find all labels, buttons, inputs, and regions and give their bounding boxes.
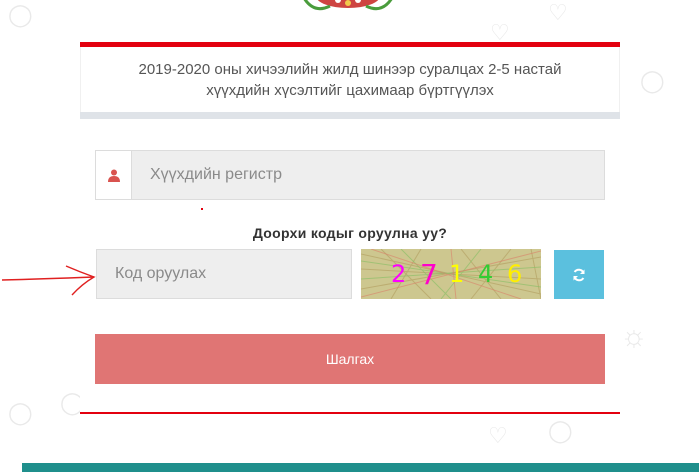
registration-card: 2019-2020 оны хичээлийн жилд шинээр сура…	[80, 42, 620, 416]
captcha-digit: 6	[507, 260, 523, 288]
site-logo	[303, 0, 393, 11]
register-input-group	[95, 150, 605, 200]
bottom-accent-bar	[80, 412, 620, 414]
background-doodle: ♡	[490, 20, 510, 45]
background-doodle: ♡	[488, 423, 508, 448]
refresh-icon	[573, 268, 585, 281]
captcha-image: 2 7 1 4 6	[361, 249, 541, 299]
background-doodle: ♡	[548, 0, 568, 25]
captcha-digits: 2 7 1 4 6	[361, 249, 541, 299]
header-divider	[80, 112, 620, 119]
background-doodle: ☼	[620, 320, 648, 353]
register-addon	[96, 151, 132, 199]
page-title-line-1: 2019-2020 оны хичээлийн жилд шинээр сура…	[138, 61, 562, 78]
submit-button[interactable]: Шалгах	[95, 334, 605, 384]
captcha-digit: 2	[391, 260, 407, 288]
refresh-captcha-button[interactable]	[554, 250, 604, 299]
page-title-line-2: хүүхдийн хүсэлтийг цахимаар бүртгүүлэх	[206, 82, 494, 99]
annotation-arrow-icon	[1, 265, 96, 296]
captcha-digit: 7	[420, 257, 438, 291]
background-doodle: ◯	[640, 68, 665, 93]
child-register-input[interactable]	[132, 151, 604, 199]
captcha-digit: 1	[449, 260, 465, 288]
user-icon	[107, 169, 120, 182]
captcha-prompt: Доорхи кодыг оруулна уу?	[252, 225, 448, 241]
page-title: 2019-2020 оны хичээлийн жилд шинээр сура…	[80, 47, 620, 113]
footer-band	[22, 463, 699, 472]
background-doodle: ◯	[548, 418, 573, 443]
captcha-digit: 4	[478, 260, 494, 288]
background-doodle: ◯	[8, 400, 33, 425]
captcha-code-input[interactable]	[96, 249, 352, 299]
background-doodle: ◯	[8, 2, 33, 27]
red-dot-marker	[201, 208, 203, 210]
